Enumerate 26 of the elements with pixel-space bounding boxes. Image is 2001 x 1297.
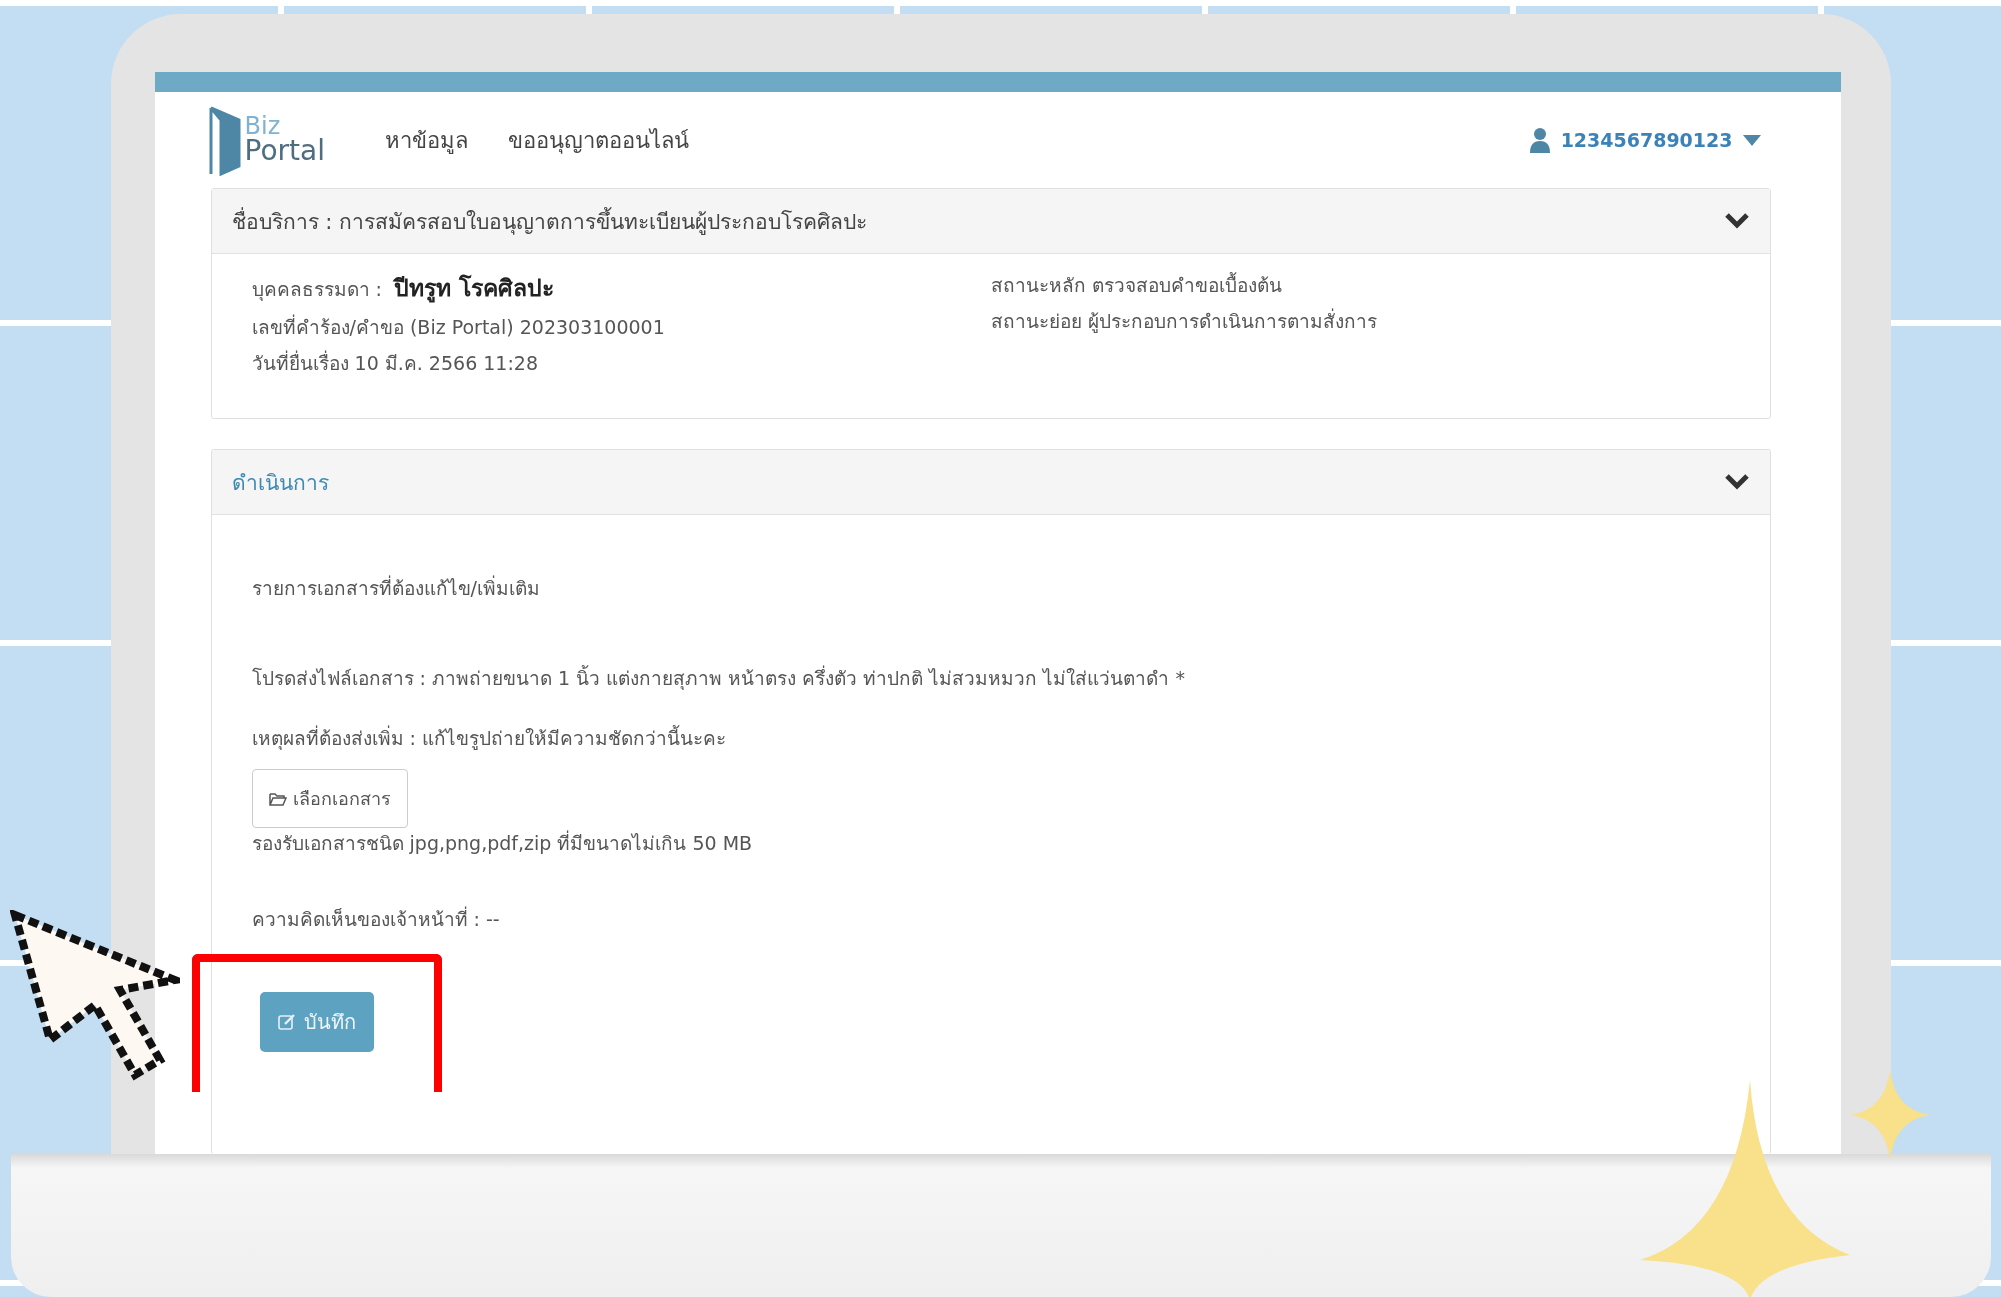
file-type-hint: รองรับเอกสารชนิด jpg,png,pdf,zip ที่มีขนาดไม่เกิน 50 MB	[251, 829, 753, 856]
main-status: สถานะหลัก ตรวจสอบคำขอเบื้องต้น	[990, 271, 1282, 298]
action-title: ดำเนินการ	[231, 469, 329, 497]
chevron-down-icon[interactable]	[1723, 473, 1750, 491]
sub-status: สถานะย่อย ผู้ประกอบการดำเนินการตามสั่งการ	[990, 307, 1377, 335]
logo-text: Biz	[244, 115, 281, 139]
request-number: เลขที่คำร้อง/คำขอ (Biz Portal) 202303100001	[251, 313, 665, 340]
folder-icon	[268, 791, 287, 806]
nav-link[interactable]: ขออนุญาตออนไลน์	[507, 122, 689, 158]
edit-icon	[277, 1013, 296, 1031]
person-label: บุคคลธรรมดา :	[251, 277, 382, 303]
service-title: ชื่อบริการ : การสมัครสอบใบอนุญาตการขึ้นทะเบียนผู้ประกอบโรคศิลปะ	[231, 206, 867, 237]
filed-date: วันที่ยื่นเรื่อง 10 มี.ค. 2566 11:28	[251, 349, 539, 376]
documents-heading: รายการเอกสารที่ต้องแก้ไข/เพิ่มเติม	[251, 574, 540, 601]
officer-comment: ความคิดเห็นของเจ้าหน้าที่ : --	[251, 905, 500, 932]
door-logo-icon	[208, 104, 243, 176]
user-icon	[1528, 127, 1551, 153]
user-menu[interactable]: 1234567890123	[1560, 129, 1733, 151]
logo-text: Portal	[244, 138, 325, 165]
caret-icon	[1742, 134, 1761, 146]
choose-file-button[interactable]: เลือกเอกสาร	[251, 769, 408, 828]
person-name: ปีทรูท โรคศิลปะ	[393, 273, 554, 305]
document-request: โปรดส่งไฟล์เอกสาร : ภาพถ่ายขนาด 1 นิ้ว แต่งกายสุภาพ หน้าตรง ครึ่งตัว ท่าปกติ ไม่สวมหมวก ไม่ใส่แว่นตาดำ *	[251, 664, 1185, 692]
chevron-down-icon[interactable]	[1723, 212, 1750, 230]
reason-text: เหตุผลที่ต้องส่งเพิ่ม : แก้ไขรูปถ่ายให้มีความชัดกว่านี้นะคะ	[251, 724, 726, 752]
nav-link[interactable]: หาข้อมูล	[384, 122, 468, 158]
